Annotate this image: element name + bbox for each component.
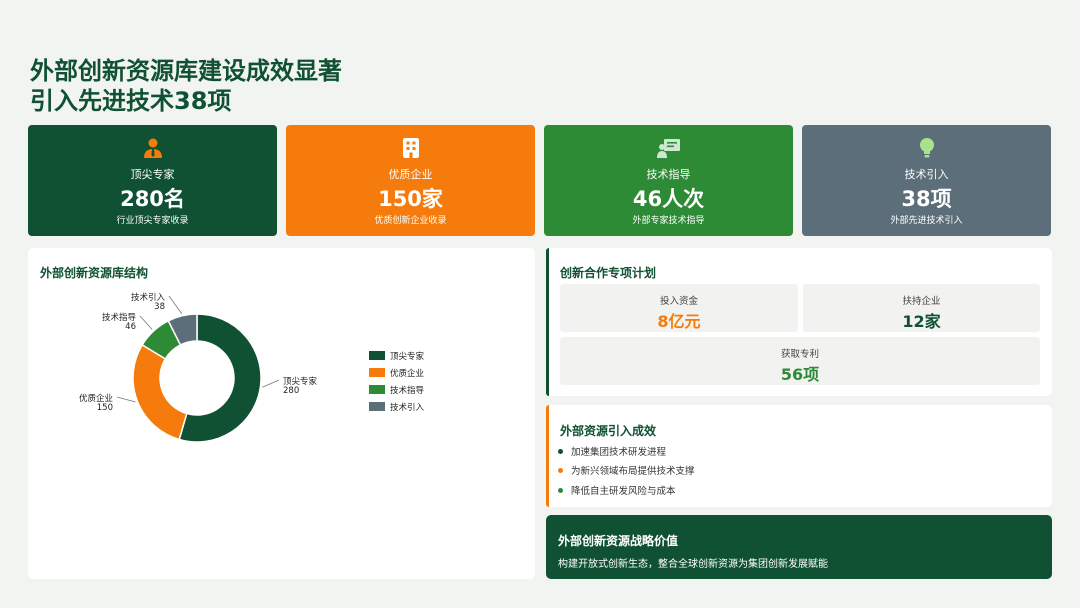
stat-supported-companies: 扶持企业 12家 (803, 284, 1040, 332)
legend-item: 顶尖专家 (369, 347, 424, 364)
list-item: 为新兴领域布局提供技术支撑 (558, 463, 695, 477)
plan-title: 创新合作专项计划 (560, 266, 657, 280)
legend-swatch (369, 351, 385, 360)
legend-label: 优质企业 (390, 368, 425, 379)
slice-leader-line (139, 315, 153, 330)
strategy-text: 构建开放式创新生态，整合全球创新资源为集团创新发展赋能 (558, 559, 828, 570)
plan-accent-bar (546, 248, 549, 396)
card-label: 技术指导 (646, 168, 691, 181)
results-accent-bar (546, 405, 549, 507)
card-guidance: 技术指导 46人次 外部专家技术指导 (544, 125, 793, 236)
list-item: 加速集团技术研发进程 (558, 444, 666, 458)
slice-value-label: 150 (97, 403, 113, 413)
card-value: 46人次 (632, 187, 705, 211)
donut-chart: 顶尖专家280优质企业150技术指导46技术引入38 (79, 292, 318, 443)
legend-swatch (369, 385, 385, 394)
stat-patents: 获取专利 56项 (560, 337, 1040, 385)
slice-leader-line (168, 295, 183, 315)
results-title: 外部资源引入成效 (560, 424, 657, 438)
card-label: 技术引入 (904, 168, 949, 181)
strategy-title: 外部创新资源战略价值 (558, 534, 679, 548)
slice-leader-line (116, 396, 136, 403)
card-subtext: 行业顶尖专家收录 (116, 216, 189, 226)
list-item-text: 为新兴领域布局提供技术支撑 (571, 466, 695, 477)
card-experts: 顶尖专家 280名 行业顶尖专家收录 (28, 125, 277, 236)
card-enterprises: 优质企业 150家 优质创新企业收录 (286, 125, 535, 236)
card-value: 150家 (378, 187, 443, 211)
presentation-icon (656, 139, 680, 158)
stat-value: 12家 (902, 312, 941, 331)
donut-slice (132, 343, 188, 441)
bullet-dot (558, 467, 563, 473)
card-value: 38项 (901, 187, 952, 211)
list-item-text: 加速集团技术研发进程 (571, 447, 667, 458)
chart-legend: 顶尖专家优质企业技术指导技术引入 (369, 347, 424, 415)
slice-value-label: 38 (154, 302, 165, 312)
card-subtext: 外部先进技术引入 (890, 216, 963, 226)
legend-item: 技术引入 (369, 398, 424, 415)
legend-label: 技术引入 (390, 402, 425, 413)
stat-label: 投入资金 (659, 296, 698, 307)
slice-leader-line (262, 379, 280, 388)
legend-label: 技术指导 (390, 385, 425, 396)
stat-value: 8亿元 (657, 312, 701, 331)
expert-icon (143, 138, 162, 158)
legend-label: 顶尖专家 (390, 351, 425, 362)
stat-label: 获取专利 (780, 349, 819, 360)
legend-item: 技术指导 (369, 381, 424, 398)
card-technology: 技术引入 38项 外部先进技术引入 (802, 125, 1051, 236)
card-subtext: 外部专家技术指导 (632, 216, 705, 226)
lightbulb-icon (919, 138, 934, 158)
card-subtext: 优质创新企业收录 (374, 216, 447, 226)
title-line-2: 引入先进技术38项 (30, 87, 232, 115)
legend-swatch (369, 402, 385, 411)
list-item: 降低自主研发风险与成本 (558, 483, 676, 497)
stat-label: 扶持企业 (902, 296, 941, 307)
slice-value-label: 280 (283, 386, 299, 396)
legend-swatch (369, 368, 385, 377)
stat-value: 56项 (780, 365, 820, 384)
card-value: 280名 (120, 187, 185, 211)
title-line-1: 外部创新资源库建设成效显著 (30, 57, 342, 85)
legend-item: 优质企业 (369, 364, 424, 381)
stat-funding: 投入资金 8亿元 (560, 284, 798, 332)
list-item-text: 降低自主研发风险与成本 (571, 486, 676, 497)
card-label: 优质企业 (388, 168, 433, 181)
page-title: 外部创新资源库建设成效显著 引入先进技术38项 (30, 56, 342, 116)
bullet-dot (558, 448, 563, 454)
bullet-dot (558, 487, 563, 493)
slice-value-label: 46 (125, 322, 136, 332)
card-label: 顶尖专家 (130, 168, 175, 181)
building-icon (402, 138, 419, 158)
